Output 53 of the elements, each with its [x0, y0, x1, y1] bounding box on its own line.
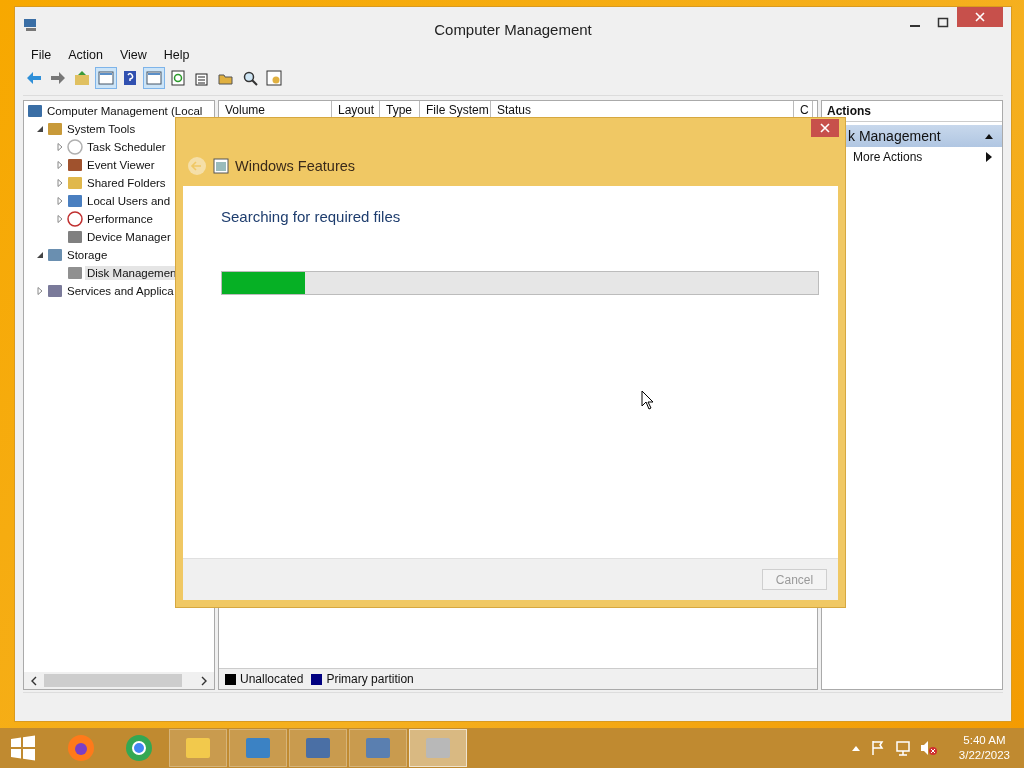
tree-item[interactable]: Shared Folders	[85, 176, 168, 190]
collapsed-arrow-icon[interactable]	[56, 179, 64, 187]
window-title: Computer Management	[433, 21, 593, 38]
flag-icon[interactable]	[869, 740, 886, 756]
show-hidden-icon[interactable]	[850, 744, 861, 752]
dialog-title: Windows Features	[235, 158, 356, 174]
help-icon	[122, 70, 138, 86]
tree-item[interactable]: Services and Applica	[65, 284, 176, 298]
mouse-cursor	[641, 390, 654, 410]
expanded-arrow-icon[interactable]	[36, 125, 44, 133]
menu-item[interactable]: File	[23, 48, 61, 62]
tree-item[interactable]: Event Viewer	[85, 158, 157, 172]
tree-item[interactable]: Storage	[65, 248, 110, 262]
collapsed-arrow-icon[interactable]	[56, 161, 64, 169]
explorer-taskbar-button[interactable]	[169, 729, 227, 767]
tree-item[interactable]: Performance	[85, 212, 155, 226]
network-icon[interactable]	[894, 740, 911, 756]
tree-item[interactable]: Local Users and	[85, 194, 173, 208]
submenu-arrow-icon	[986, 152, 992, 162]
forward-icon	[50, 70, 66, 86]
features-taskbar-button[interactable]	[409, 729, 467, 767]
collapsed-arrow-icon[interactable]	[36, 287, 44, 295]
muted-speaker-icon[interactable]	[919, 740, 938, 756]
menu-item[interactable]: Help	[155, 48, 199, 62]
pane-button[interactable]	[143, 67, 165, 89]
find-icon	[242, 70, 258, 86]
collapse-icon[interactable]	[984, 132, 994, 140]
collapsed-arrow-icon[interactable]	[56, 197, 64, 205]
tree-item[interactable]: Task Scheduler	[85, 140, 168, 154]
chess-taskbar-button[interactable]	[349, 729, 407, 767]
up-icon	[74, 70, 90, 86]
collapsed-arrow-icon[interactable]	[56, 143, 64, 151]
window-icon	[213, 158, 229, 174]
tree-item[interactable]: System Tools	[65, 122, 138, 136]
tree-button[interactable]	[95, 67, 117, 89]
computer-taskbar-button[interactable]	[289, 729, 347, 767]
properties-icon	[194, 70, 210, 86]
scrollbar-thumb[interactable]	[44, 674, 182, 687]
expanded-arrow-icon[interactable]	[36, 251, 44, 259]
section-title: k Management	[848, 128, 941, 144]
status-heading: Searching for required files	[221, 208, 402, 225]
menu-item[interactable]: Action	[60, 48, 112, 62]
tree-item[interactable]: Computer Management (Local	[45, 104, 205, 118]
control-panel-taskbar-button[interactable]	[229, 729, 287, 767]
action-item[interactable]: More Actions	[822, 147, 1002, 167]
legend-label: Primary partition	[326, 672, 414, 686]
start-button[interactable]	[8, 733, 38, 763]
tree-item[interactable]: Device Manager	[85, 230, 173, 244]
collapsed-arrow-icon[interactable]	[56, 215, 64, 223]
close-button[interactable]	[811, 119, 839, 137]
legend-label: Unallocated	[240, 672, 304, 686]
menu-item[interactable]: View	[111, 48, 156, 62]
back-icon	[26, 70, 42, 86]
